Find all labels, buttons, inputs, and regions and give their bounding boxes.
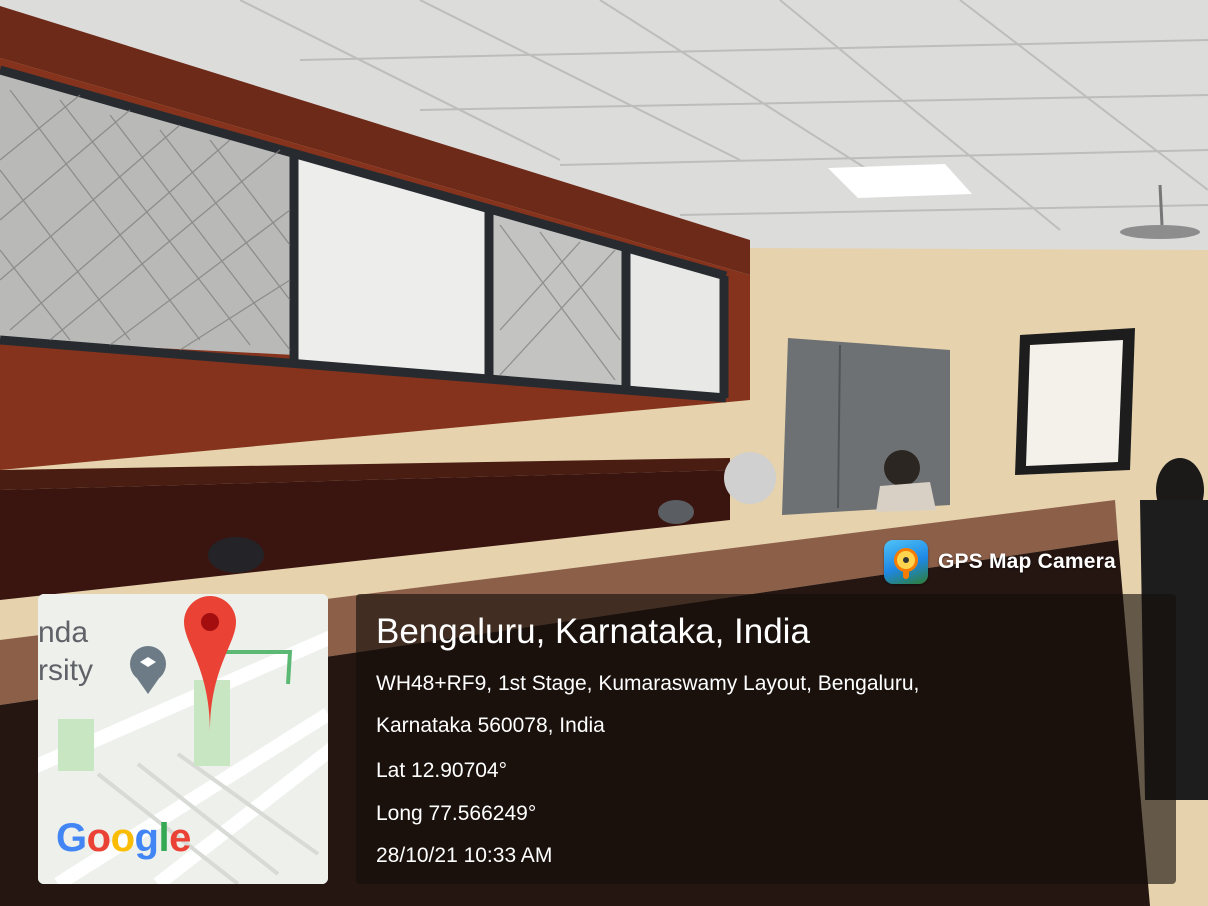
longitude-text: Long 77.566249° [376,802,537,825]
table-fan [724,452,776,504]
poster [1026,340,1123,466]
app-name: GPS Map Camera [938,550,1116,573]
datetime-text: 28/10/21 10:33 AM [376,844,553,867]
gps-map-camera-icon [884,540,928,584]
map-label-fragment-2: rsity [38,654,93,687]
map-label-fragment-1: nda [38,616,89,649]
location-title: Bengaluru, Karnataka, India [376,612,810,651]
latitude-text: Lat 12.90704° [376,759,508,782]
address-line-2: Karnataka 560078, India [376,714,605,737]
map-thumbnail: nda rsity Google [38,594,328,884]
ceiling-fan [1120,225,1200,239]
app-badge: GPS Map Camera [884,538,1116,586]
address-line-1: WH48+RF9, 1st Stage, Kumaraswamy Layout,… [376,672,920,695]
google-logo: Google [56,816,191,860]
location-info-panel: Bengaluru, Karnataka, India WH48+RF9, 1s… [356,594,1176,884]
